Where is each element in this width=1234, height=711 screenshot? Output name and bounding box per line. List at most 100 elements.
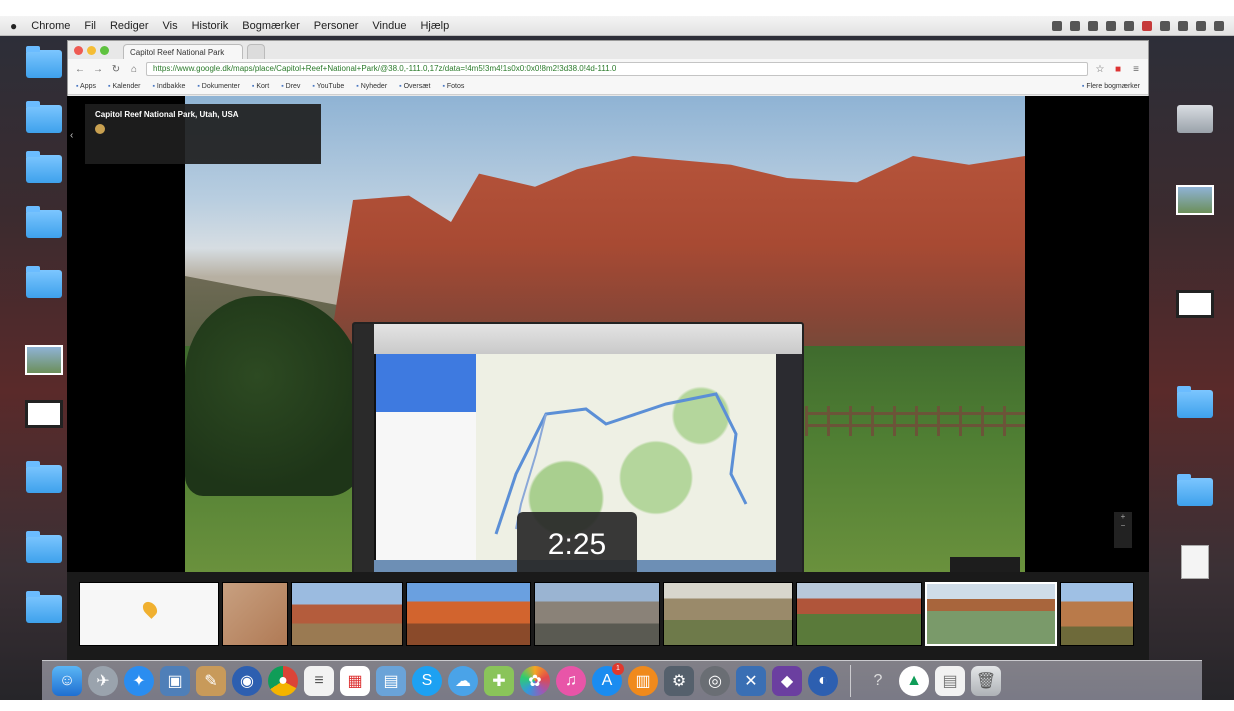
minimize-window-icon[interactable] bbox=[87, 45, 96, 55]
desktop-hard-drive[interactable] bbox=[1165, 105, 1225, 133]
battery-icon[interactable] bbox=[1160, 20, 1170, 31]
filmstrip-thumbnail[interactable] bbox=[663, 582, 793, 646]
menu-history[interactable]: Historik bbox=[192, 20, 229, 32]
preview-icon[interactable]: ▣ bbox=[160, 665, 190, 696]
desktop-folder-9[interactable] bbox=[1165, 386, 1225, 418]
dropbox-icon[interactable] bbox=[1052, 20, 1062, 31]
menu-help[interactable]: Hjælp bbox=[420, 20, 449, 32]
textedit-icon[interactable]: ≡ bbox=[304, 665, 334, 696]
timemachine-icon[interactable] bbox=[1088, 20, 1098, 31]
skype-icon[interactable]: S bbox=[412, 665, 442, 696]
app-store-icon[interactable]: A1 bbox=[592, 662, 624, 696]
desktop-folder-3[interactable] bbox=[14, 151, 74, 183]
bookmark-item[interactable]: Kort bbox=[252, 83, 269, 90]
filmstrip-thumbnail[interactable] bbox=[534, 582, 660, 646]
filmstrip-thumbnail[interactable] bbox=[796, 582, 922, 646]
desktop-folder-2[interactable] bbox=[14, 101, 74, 133]
bookmark-item[interactable]: YouTube bbox=[312, 83, 345, 90]
desktop-folder-5[interactable] bbox=[14, 266, 74, 298]
filmstrip-thumbnail[interactable] bbox=[1060, 582, 1134, 646]
other-bookmarks[interactable]: Flere bogmærker bbox=[1082, 83, 1140, 90]
filmstrip-thumbnail[interactable] bbox=[222, 582, 288, 646]
bookmark-item[interactable]: Kalender bbox=[108, 83, 140, 90]
bookmark-star-icon[interactable]: ☆ bbox=[1094, 64, 1106, 75]
menu-icon[interactable]: ≡ bbox=[1130, 64, 1142, 75]
photos-browser-icon[interactable]: ▤ bbox=[376, 665, 406, 696]
sync-icon[interactable] bbox=[1070, 20, 1080, 31]
url-bar[interactable]: https://www.google.dk/maps/place/Capitol… bbox=[146, 62, 1088, 76]
google-earth-icon[interactable]: ◉ bbox=[232, 665, 262, 696]
books-icon[interactable]: ▥ bbox=[628, 665, 658, 696]
desktop-folder-10[interactable] bbox=[1165, 474, 1225, 506]
forward-icon[interactable]: → bbox=[92, 64, 104, 75]
extension-icon[interactable]: ■ bbox=[1112, 64, 1124, 75]
filmstrip-thumbnail-selected[interactable] bbox=[925, 582, 1057, 646]
desktop-folder-1[interactable] bbox=[14, 46, 74, 78]
zoom-in-icon[interactable]: + bbox=[1114, 512, 1132, 521]
wifi-icon[interactable] bbox=[1106, 20, 1116, 31]
zoom-out-icon[interactable]: − bbox=[1114, 521, 1132, 530]
xcode-icon[interactable]: ✕ bbox=[736, 665, 766, 696]
chrome-icon[interactable]: ● bbox=[268, 665, 298, 696]
photo-title[interactable]: Capitol Reef National Park, Utah, USA bbox=[95, 110, 311, 119]
bookmark-item[interactable]: Apps bbox=[76, 83, 96, 90]
drive-icon[interactable]: ▲ bbox=[899, 665, 929, 696]
notification-center-icon[interactable] bbox=[1214, 20, 1224, 31]
launchpad-icon[interactable]: ✈ bbox=[88, 665, 118, 696]
desktop-folder-4[interactable] bbox=[14, 206, 74, 238]
new-tab-button[interactable] bbox=[247, 44, 265, 59]
menu-bookmarks[interactable]: Bogmærker bbox=[242, 20, 299, 32]
desktop-folder-6[interactable] bbox=[14, 461, 74, 493]
filmstrip-thumbnail[interactable] bbox=[406, 582, 531, 646]
network-icon[interactable]: ◎ bbox=[700, 665, 730, 696]
desktop-image-3[interactable] bbox=[1165, 185, 1225, 215]
visual-studio-icon[interactable]: ◆ bbox=[772, 665, 802, 696]
collapse-panel-icon[interactable]: ‹ bbox=[70, 130, 73, 141]
messages-icon[interactable]: ☁ bbox=[448, 665, 478, 696]
tab-active[interactable]: Capitol Reef National Park bbox=[123, 44, 243, 59]
profile-button[interactable] bbox=[1140, 56, 1148, 59]
apple-menu-icon[interactable]: ● bbox=[10, 19, 17, 33]
menu-people[interactable]: Personer bbox=[314, 20, 359, 32]
filmstrip-thumbnail[interactable] bbox=[79, 582, 219, 646]
desktop-folder-7[interactable] bbox=[14, 531, 74, 563]
menu-chrome[interactable]: Chrome bbox=[31, 20, 70, 32]
desktop-image-2[interactable] bbox=[14, 400, 74, 428]
trash-icon[interactable]: 🗑 bbox=[971, 665, 1001, 696]
photos-icon[interactable]: ✿ bbox=[520, 665, 550, 696]
desktop-document[interactable] bbox=[1165, 545, 1225, 579]
bookmark-item[interactable]: Nyheder bbox=[356, 83, 387, 90]
menu-window[interactable]: Vindue bbox=[372, 20, 406, 32]
notes-icon[interactable]: ✎ bbox=[196, 665, 226, 696]
spotlight-icon[interactable] bbox=[1196, 20, 1206, 31]
bookmark-item[interactable]: Drev bbox=[281, 83, 301, 90]
system-preferences-icon[interactable]: ⚙ bbox=[664, 665, 694, 696]
menu-edit[interactable]: Rediger bbox=[110, 20, 149, 32]
help-icon[interactable]: ? bbox=[863, 666, 893, 696]
documents-icon[interactable]: ▤ bbox=[935, 665, 965, 696]
volume-icon[interactable] bbox=[1124, 20, 1134, 31]
close-window-icon[interactable] bbox=[74, 45, 83, 55]
finder-icon[interactable]: ☺ bbox=[52, 665, 82, 696]
home-icon[interactable]: ⌂ bbox=[128, 64, 140, 75]
desktop-image-1[interactable] bbox=[14, 345, 74, 375]
menu-file[interactable]: Fil bbox=[84, 20, 96, 32]
clock-icon[interactable] bbox=[1178, 20, 1188, 31]
bookmark-item[interactable]: Dokumenter bbox=[197, 83, 240, 90]
zoom-controls[interactable]: + − bbox=[1114, 512, 1132, 548]
desktop-folder-8[interactable] bbox=[14, 591, 74, 623]
maps-icon[interactable]: ✚ bbox=[484, 665, 514, 696]
flag-icon[interactable] bbox=[1142, 20, 1152, 31]
desktop-image-4[interactable] bbox=[1165, 290, 1225, 318]
bookmark-item[interactable]: Indbakke bbox=[152, 83, 185, 90]
safari-icon[interactable]: ✦ bbox=[124, 665, 154, 696]
photo-author[interactable] bbox=[95, 124, 311, 134]
back-icon[interactable]: ← bbox=[74, 64, 86, 75]
bookmark-item[interactable]: Fotos bbox=[442, 83, 465, 90]
reload-icon[interactable]: ↻ bbox=[110, 64, 122, 75]
google-earth-pro-icon[interactable]: ◐ bbox=[808, 665, 838, 696]
calendar-icon[interactable]: ▦ bbox=[340, 665, 370, 696]
maximize-window-icon[interactable] bbox=[100, 45, 109, 55]
bookmark-item[interactable]: Oversæt bbox=[399, 83, 431, 90]
menu-view[interactable]: Vis bbox=[163, 20, 178, 32]
